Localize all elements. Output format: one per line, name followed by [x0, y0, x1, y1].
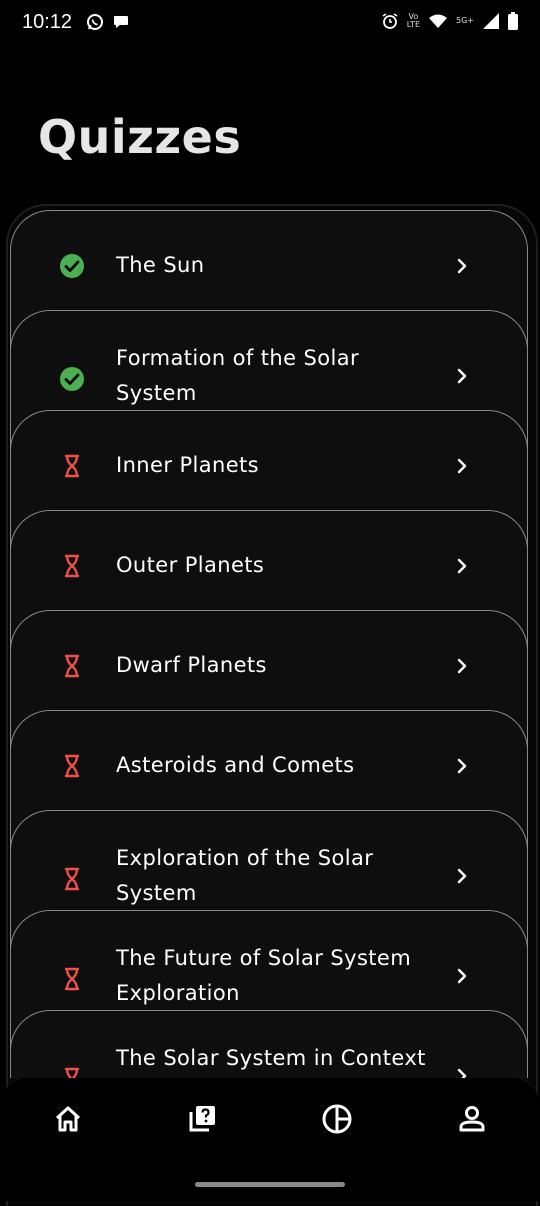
quiz-title: The Future of Solar System Exploration [116, 946, 412, 1005]
status-time: 10:12 [22, 11, 73, 33]
hourglass-icon [59, 753, 85, 779]
quiz-list-item[interactable]: The Solar System in Context [10, 1010, 528, 1078]
chevron-right-icon [455, 967, 469, 985]
hourglass-icon [59, 966, 85, 992]
hourglass-icon [59, 653, 85, 679]
check-circle-icon [59, 253, 85, 279]
quiz-title: The Solar System in Context [116, 1046, 426, 1070]
nav-progress[interactable] [317, 1099, 357, 1139]
quiz-title: Dwarf Planets [116, 653, 267, 677]
wifi-icon [429, 14, 447, 28]
chat-bubble-icon [114, 16, 128, 28]
quiz-list[interactable]: The Sun Formation of the Solar System Inne… [10, 210, 530, 1078]
alarm-icon [382, 13, 398, 29]
quiz-title: Outer Planets [116, 553, 265, 577]
nav-profile[interactable] [452, 1099, 492, 1139]
hourglass-icon [59, 866, 85, 892]
battery-icon [508, 12, 518, 30]
home-icon [55, 1106, 81, 1132]
hourglass-icon [59, 1066, 85, 1078]
hourglass-icon [59, 553, 85, 579]
chevron-right-icon [455, 657, 469, 675]
quiz-icon [189, 1106, 215, 1132]
signal-icon [483, 13, 499, 29]
quiz-title: The Sun [116, 253, 205, 277]
chevron-right-icon [455, 867, 469, 885]
home-indicator[interactable] [195, 1182, 345, 1187]
chevron-right-icon [455, 1067, 469, 1078]
quiz-title: Formation of the Solar System [116, 346, 360, 405]
profile-icon [459, 1106, 485, 1132]
chevron-right-icon [455, 367, 469, 385]
quiz-title: Exploration of the Solar System [116, 846, 374, 905]
chevron-right-icon [455, 757, 469, 775]
nav-home[interactable] [48, 1099, 88, 1139]
check-circle-icon [59, 366, 85, 392]
quiz-title: Asteroids and Comets [116, 753, 355, 777]
chevron-right-icon [455, 257, 469, 275]
page-title: Quizzes [38, 110, 242, 164]
chevron-right-icon [455, 457, 469, 475]
volte-icon: Vo LTE [406, 12, 420, 29]
network-type: 5G+ [456, 16, 474, 25]
nav-quizzes[interactable] [182, 1099, 222, 1139]
whatsapp-icon [87, 14, 103, 30]
quiz-title: Inner Planets [116, 453, 260, 477]
status-bar: 10:12 Vo LTE 5G+ [0, 0, 540, 46]
progress-icon [322, 1104, 352, 1134]
hourglass-icon [59, 453, 85, 479]
chevron-right-icon [455, 557, 469, 575]
